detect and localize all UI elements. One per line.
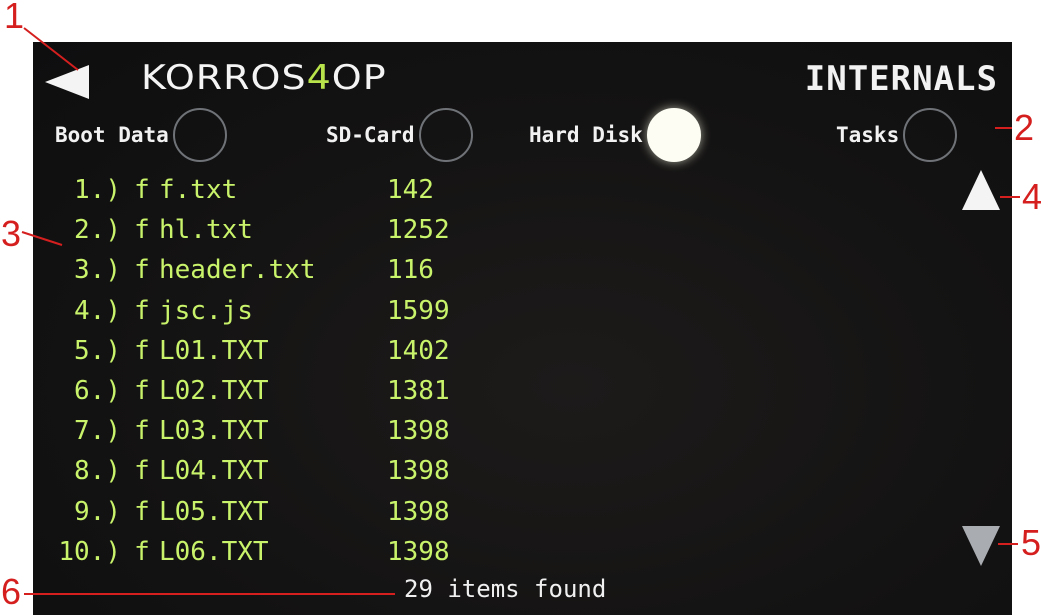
file-index: 3.): [74, 255, 121, 286]
file-list-item[interactable]: 2.) f hl.txt 1252: [39, 210, 450, 250]
file-list-item[interactable]: 8.) f L04.TXT 1398: [39, 451, 450, 491]
tab-label: Hard Disk: [529, 123, 643, 147]
logo-text-main: KORROS: [141, 57, 307, 97]
file-name: L05.TXT: [159, 496, 269, 527]
file-index: 8.): [74, 456, 121, 487]
items-found-status: 29 items found: [404, 575, 607, 603]
file-size: 1252: [387, 215, 450, 246]
back-arrow-icon[interactable]: [43, 64, 93, 100]
tab-hard-disk[interactable]: Hard Disk: [529, 108, 701, 162]
file-index: 1.): [74, 175, 121, 206]
file-index: 2.): [74, 215, 121, 246]
file-name: L03.TXT: [159, 416, 269, 447]
file-size: 1599: [387, 295, 450, 326]
radio-button-icon[interactable]: [418, 108, 473, 162]
annotation-number: 4: [1022, 176, 1043, 217]
file-type: f: [134, 215, 150, 246]
file-list: 1.) f f.txt 142 2.) f hl.txt 1252 3.) f …: [39, 170, 450, 572]
annotation-number: 1: [4, 0, 25, 36]
file-size: 1402: [387, 335, 450, 366]
tab-tasks[interactable]: Tasks: [836, 108, 958, 162]
file-name: L01.TXT: [159, 335, 269, 366]
file-list-item[interactable]: 6.) f L02.TXT 1381: [39, 371, 450, 411]
file-size: 1398: [387, 416, 450, 447]
file-list-item[interactable]: 3.) f header.txt 116: [39, 250, 450, 290]
file-type: f: [134, 295, 150, 326]
file-type: f: [134, 255, 150, 286]
file-name: jsc.js: [159, 295, 253, 326]
file-list-item[interactable]: 9.) f L05.TXT 1398: [39, 492, 450, 532]
file-size: 1398: [387, 456, 450, 487]
file-list-item[interactable]: 7.) f L03.TXT 1398: [39, 411, 450, 451]
file-list-item[interactable]: 10.) f L06.TXT 1398: [39, 532, 450, 572]
device-screen: KORROS4OP INTERNALS Boot Data SD-Card Ha…: [33, 42, 1012, 615]
file-index: 7.): [74, 416, 121, 447]
file-list-item[interactable]: 1.) f f.txt 142: [39, 170, 450, 210]
file-name: hl.txt: [159, 215, 253, 246]
file-list-item[interactable]: 4.) f jsc.js 1599: [39, 291, 450, 331]
annotation-number: 2: [1014, 107, 1035, 148]
logo-text-tail: OP: [331, 57, 387, 97]
annotation-number: 5: [1021, 522, 1042, 563]
file-name: f.txt: [159, 175, 238, 206]
file-type: f: [134, 416, 150, 447]
file-name: L02.TXT: [159, 376, 269, 407]
tab-label: SD-Card: [326, 123, 415, 147]
file-name: header.txt: [159, 255, 316, 286]
file-type: f: [134, 536, 150, 567]
file-type: f: [134, 496, 150, 527]
scroll-up-triangle-icon[interactable]: [960, 168, 1002, 212]
file-index: 10.): [58, 536, 121, 567]
page-title: INTERNALS: [804, 59, 998, 99]
file-size: 1381: [387, 376, 450, 407]
file-name: L06.TXT: [159, 536, 269, 567]
file-index: 9.): [74, 496, 121, 527]
file-type: f: [134, 175, 150, 206]
file-size: 1398: [387, 536, 450, 567]
file-index: 4.): [74, 295, 121, 326]
file-type: f: [134, 376, 150, 407]
file-size: 116: [387, 255, 434, 286]
app-logo: KORROS4OP: [141, 60, 387, 94]
scroll-down-triangle-icon[interactable]: [960, 524, 1002, 568]
file-list-item[interactable]: 5.) f L01.TXT 1402: [39, 331, 450, 371]
file-index: 6.): [74, 376, 121, 407]
tab-sd-card[interactable]: SD-Card: [326, 108, 473, 162]
tab-boot-data[interactable]: Boot Data: [55, 108, 227, 162]
tab-label: Tasks: [836, 123, 900, 147]
file-type: f: [134, 335, 150, 366]
file-name: L04.TXT: [159, 456, 269, 487]
radio-button-icon[interactable]: [903, 108, 958, 162]
tab-label: Boot Data: [55, 123, 169, 147]
annotation-number: 3: [1, 213, 22, 254]
file-type: f: [134, 456, 150, 487]
annotation-number: 6: [1, 571, 22, 612]
logo-text-accent: 4: [306, 57, 332, 97]
radio-button-selected-icon[interactable]: [646, 108, 701, 162]
file-size: 142: [387, 175, 434, 206]
radio-button-icon[interactable]: [172, 108, 227, 162]
file-size: 1398: [387, 496, 450, 527]
file-index: 5.): [74, 335, 121, 366]
